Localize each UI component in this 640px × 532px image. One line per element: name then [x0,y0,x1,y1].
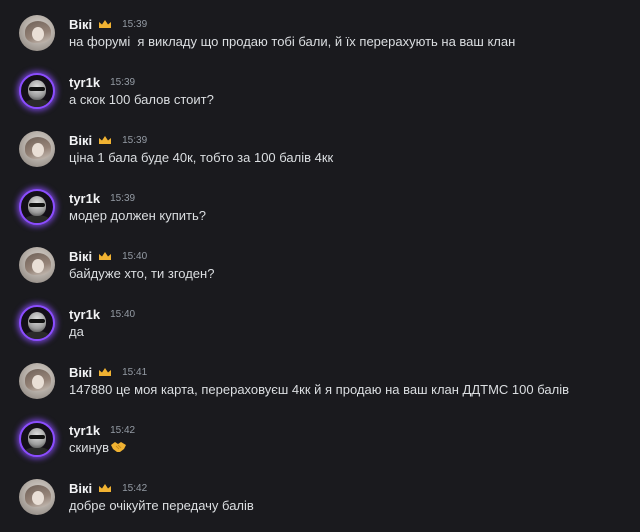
avatar[interactable] [19,73,55,109]
message-header: Вікі 15:39 [69,15,147,33]
message-item: Вікі 15:42 добре очікуйте передачу балів [0,479,640,532]
message-text: да [69,324,84,339]
username[interactable]: Вікі [69,17,92,32]
message-text: байдуже хто, ти згоден? [69,266,215,281]
timestamp: 15:42 [110,424,136,436]
crown-icon [98,367,112,377]
message-header: Вікі 15:42 [69,479,147,497]
message-text: а скок 100 балов стоит? [69,92,214,107]
message-header: Вікі 15:39 [69,131,147,149]
message-item: Вікі 15:40 байдуже хто, ти згоден? [0,247,640,303]
avatar[interactable] [19,305,55,341]
message-header: tyr1k 15:39 [69,189,135,207]
message-item: tyr1k 15:42 скинув [0,421,640,477]
message-text: модер должен купить? [69,208,206,223]
message-header: tyr1k 15:40 [69,305,135,323]
timestamp: 15:39 [110,76,136,88]
username[interactable]: tyr1k [69,307,100,322]
username[interactable]: tyr1k [69,423,100,438]
avatar[interactable] [19,479,55,515]
message-item: tyr1k 15:39 а скок 100 балов стоит? [0,73,640,129]
timestamp: 15:39 [110,192,136,204]
message-text: добре очікуйте передачу балів [69,498,254,513]
avatar[interactable] [19,363,55,399]
chat-message-list: Вікі 15:39 на форумі я викладу що продаю… [0,0,640,532]
username[interactable]: tyr1k [69,191,100,206]
avatar[interactable] [19,247,55,283]
message-text: 147880 це моя карта, перераховуєш 4кк й … [69,382,569,397]
username[interactable]: tyr1k [69,75,100,90]
message-header: Вікі 15:40 [69,247,147,265]
crown-icon [98,483,112,493]
timestamp: 15:40 [110,308,136,320]
timestamp: 15:42 [122,482,148,494]
timestamp: 15:41 [122,366,148,378]
message-header: tyr1k 15:42 [69,421,135,439]
message-header: Вікі 15:41 [69,363,147,381]
message-item: Вікі 15:41 147880 це моя карта, перерахо… [0,363,640,419]
message-text: скинув [69,440,110,455]
crown-icon [98,19,112,29]
message-text-row: скинув [69,440,127,457]
username[interactable]: Вікі [69,249,92,264]
message-text: ціна 1 бала буде 40к, тобто за 100 балів… [69,150,334,165]
avatar[interactable] [19,15,55,51]
message-item: tyr1k 15:39 модер должен купить? [0,189,640,245]
username[interactable]: Вікі [69,481,92,496]
message-item: Вікі 15:39 ціна 1 бала буде 40к, тобто з… [0,131,640,187]
timestamp: 15:40 [122,250,148,262]
username[interactable]: Вікі [69,133,92,148]
crown-icon [98,251,112,261]
message-text: на форумі я викладу що продаю тобі бали,… [69,34,516,49]
message-item: Вікі 15:39 на форумі я викладу що продаю… [0,15,640,71]
username[interactable]: Вікі [69,365,92,380]
message-header: tyr1k 15:39 [69,73,135,91]
timestamp: 15:39 [122,134,148,146]
avatar[interactable] [19,421,55,457]
avatar[interactable] [19,189,55,225]
message-item: tyr1k 15:40 да [0,305,640,361]
timestamp: 15:39 [122,18,148,30]
handshake-icon [110,440,127,457]
crown-icon [98,135,112,145]
avatar[interactable] [19,131,55,167]
